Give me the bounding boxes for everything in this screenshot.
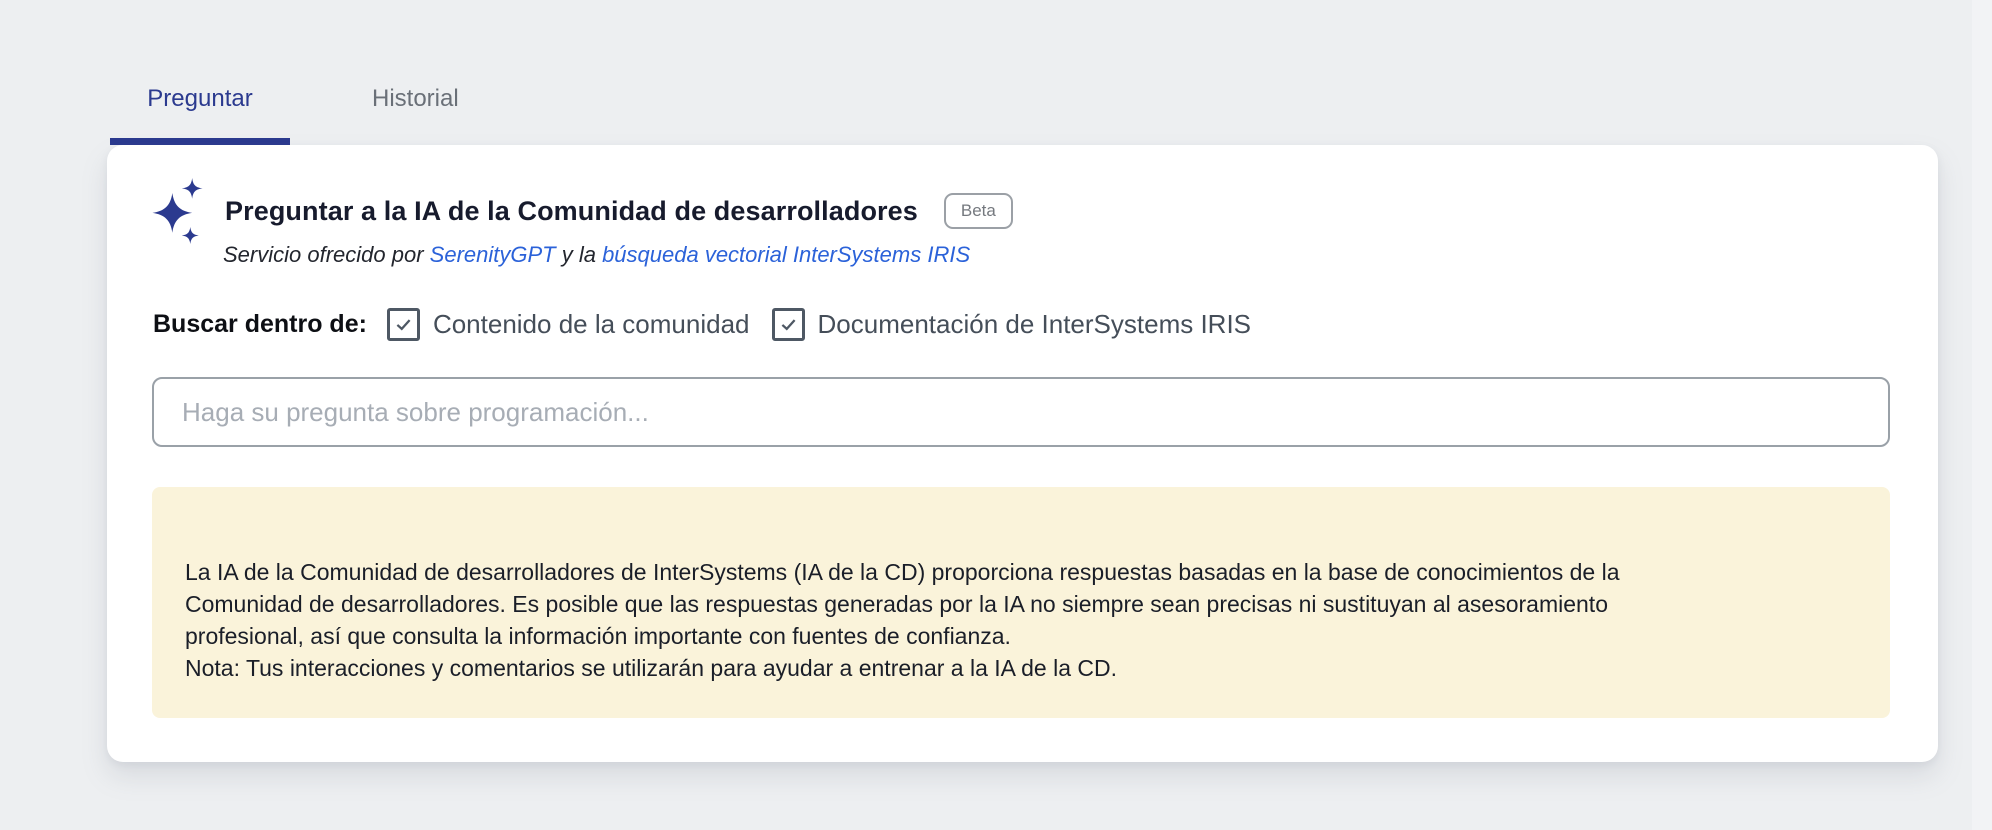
checkbox-checked-icon bbox=[386, 307, 420, 341]
service-subtitle: Servicio ofrecido por SerenityGPT y la b… bbox=[223, 242, 970, 268]
checkbox-community-content-label: Contenido de la comunidad bbox=[432, 308, 750, 339]
tab-historial-label: Historial bbox=[372, 85, 459, 112]
subtitle-text-middle: y la bbox=[555, 242, 603, 267]
checkbox-iris-documentation-label: Documentación de InterSystems IRIS bbox=[817, 308, 1252, 339]
sparkles-icon bbox=[152, 177, 203, 245]
tab-bar: Preguntar Historial bbox=[110, 0, 501, 145]
search-scope-label: Buscar dentro de: bbox=[153, 309, 367, 338]
card-header: Preguntar a la IA de la Comunidad de des… bbox=[151, 177, 1013, 245]
tab-historial[interactable]: Historial bbox=[330, 0, 501, 145]
active-tab-indicator bbox=[110, 138, 290, 145]
scrollbar-track[interactable] bbox=[1972, 0, 1992, 830]
serenitygpt-link[interactable]: SerenityGPT bbox=[430, 242, 556, 267]
search-scope-row: Buscar dentro de: Contenido de la comuni… bbox=[153, 303, 1273, 345]
tab-preguntar[interactable]: Preguntar bbox=[110, 0, 290, 145]
disclaimer-box: La IA de la Comunidad de desarrolladores… bbox=[152, 487, 1890, 718]
question-input[interactable] bbox=[152, 377, 1890, 447]
tab-preguntar-label: Preguntar bbox=[147, 85, 253, 112]
page-title: Preguntar a la IA de la Comunidad de des… bbox=[225, 195, 918, 226]
disclaimer-text: La IA de la Comunidad de desarrolladores… bbox=[185, 559, 1620, 681]
ask-ai-card: Preguntar a la IA de la Comunidad de des… bbox=[107, 145, 1938, 762]
beta-badge: Beta bbox=[943, 193, 1013, 229]
iris-vector-search-link[interactable]: búsqueda vectorial InterSystems IRIS bbox=[602, 242, 970, 267]
checkbox-iris-documentation[interactable]: Documentación de InterSystems IRIS bbox=[771, 307, 1252, 341]
checkbox-community-content[interactable]: Contenido de la comunidad bbox=[386, 307, 750, 341]
checkbox-checked-icon bbox=[771, 307, 805, 341]
subtitle-text: Servicio ofrecido por bbox=[223, 242, 430, 267]
